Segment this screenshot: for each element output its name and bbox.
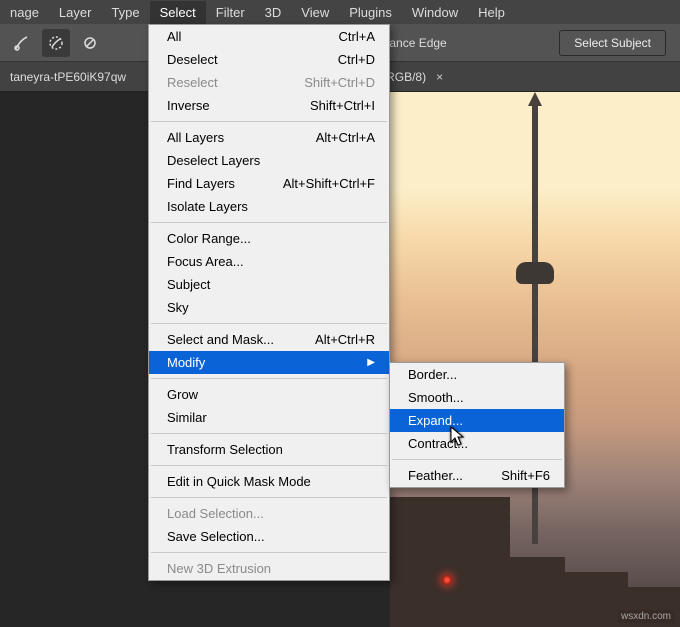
menu-plugins[interactable]: Plugins [339,1,402,24]
menu-item-label: Focus Area... [167,254,244,269]
menu-select[interactable]: Select [150,1,206,24]
brush-option-1-icon[interactable] [8,29,36,57]
select-menu-item: Reselect Shift+Ctrl+D [149,71,389,94]
menu-item-label: Select and Mask... [167,332,274,347]
menu-layer[interactable]: Layer [49,1,102,24]
menu-item-label: Grow [167,387,198,402]
document-tab-info: RGB/8) [386,70,426,84]
menu-item-shortcut: Ctrl+D [338,52,375,67]
menu-bar: nage Layer Type Select Filter 3D View Pl… [0,0,680,24]
menu-item-label: Border... [408,367,457,382]
select-menu-item[interactable]: Grow [149,383,389,406]
menu-item-label: Smooth... [408,390,464,405]
select-menu-item[interactable]: Similar [149,406,389,429]
submenu-arrow-icon: ▶ [367,357,375,368]
menu-item-shortcut: Ctrl+A [339,29,375,44]
cursor-icon [450,426,466,448]
menu-separator [151,465,387,466]
select-menu-item[interactable]: Edit in Quick Mask Mode [149,470,389,493]
menu-item-label: Save Selection... [167,529,265,544]
building-shape [390,497,510,627]
select-menu-item[interactable]: Sky [149,296,389,319]
menu-item-label: Similar [167,410,207,425]
menu-item-shortcut: Shift+F6 [501,468,550,483]
select-menu-item[interactable]: Color Range... [149,227,389,250]
menu-item-label: Reselect [167,75,218,90]
select-menu-item[interactable]: Deselect Ctrl+D [149,48,389,71]
select-menu-item[interactable]: Modify ▶ [149,351,389,374]
menu-filter[interactable]: Filter [206,1,255,24]
select-menu-item[interactable]: Subject [149,273,389,296]
menu-item-label: All [167,29,181,44]
modify-submenu-item[interactable]: Border... [390,363,564,386]
menu-item-shortcut: Shift+Ctrl+I [310,98,375,113]
select-menu-item[interactable]: Inverse Shift+Ctrl+I [149,94,389,117]
watermark-text: wsxdn.com [618,610,674,623]
select-menu-item[interactable]: Transform Selection [149,438,389,461]
menu-separator [151,222,387,223]
select-menu-item[interactable]: Select and Mask... Alt+Ctrl+R [149,328,389,351]
menu-item-label: Subject [167,277,210,292]
building-shape [495,557,565,627]
menu-separator [151,378,387,379]
select-menu-dropdown: All Ctrl+A Deselect Ctrl+D Reselect Shift+Ctr… [148,24,390,581]
select-menu-item[interactable]: Focus Area... [149,250,389,273]
menu-window[interactable]: Window [402,1,468,24]
select-menu-item[interactable]: All Ctrl+A [149,25,389,48]
modify-submenu-item[interactable]: Smooth... [390,386,564,409]
menu-item-shortcut: Alt+Ctrl+R [315,332,375,347]
menu-item-label: Deselect Layers [167,153,260,168]
modify-submenu: Border... Smooth... Expand...Contract... Fe… [389,362,565,488]
brush-option-3-icon[interactable] [76,29,104,57]
menu-item-label: New 3D Extrusion [167,561,271,576]
menu-item-shortcut: Alt+Shift+Ctrl+F [283,176,375,191]
menu-item-label: Color Range... [167,231,251,246]
modify-submenu-item[interactable]: Expand... [390,409,564,432]
menu-image[interactable]: nage [0,1,49,24]
menu-item-label: Modify [167,355,205,370]
menu-separator [151,121,387,122]
menu-item-label: Isolate Layers [167,199,248,214]
select-menu-item[interactable]: All Layers Alt+Ctrl+A [149,126,389,149]
menu-item-label: Transform Selection [167,442,283,457]
document-image[interactable]: wsxdn.com [390,92,680,627]
document-tab[interactable]: taneyra-tPE60iK97qw [0,63,136,91]
select-menu-item[interactable]: Deselect Layers [149,149,389,172]
traffic-light-shape [442,575,452,585]
menu-separator [151,323,387,324]
menu-item-label: All Layers [167,130,224,145]
menu-item-label: Feather... [408,468,463,483]
select-subject-button[interactable]: Select Subject [559,30,666,56]
menu-3d[interactable]: 3D [255,1,292,24]
menu-view[interactable]: View [291,1,339,24]
menu-separator [151,497,387,498]
menu-help[interactable]: Help [468,1,515,24]
close-tab-icon[interactable]: × [436,70,443,84]
document-tab-filename: taneyra-tPE60iK97qw [10,70,126,84]
menu-item-label: Inverse [167,98,210,113]
brush-option-2-icon[interactable] [42,29,70,57]
menu-item-label: Find Layers [167,176,235,191]
menu-item-label: Sky [167,300,189,315]
menu-item-label: Deselect [167,52,218,67]
select-menu-item[interactable]: Find Layers Alt+Shift+Ctrl+F [149,172,389,195]
menu-separator [392,459,562,460]
modify-submenu-item[interactable]: Contract... [390,432,564,455]
modify-submenu-item[interactable]: Feather... Shift+F6 [390,464,564,487]
menu-type[interactable]: Type [101,1,149,24]
menu-item-shortcut: Alt+Ctrl+A [316,130,375,145]
menu-item-label: Load Selection... [167,506,264,521]
menu-separator [151,433,387,434]
select-menu-item: Load Selection... [149,502,389,525]
menu-separator [151,552,387,553]
select-menu-item: New 3D Extrusion [149,557,389,580]
menu-item-label: Edit in Quick Mask Mode [167,474,311,489]
menu-item-shortcut: Shift+Ctrl+D [304,75,375,90]
select-menu-item[interactable]: Isolate Layers [149,195,389,218]
select-menu-item[interactable]: Save Selection... [149,525,389,548]
